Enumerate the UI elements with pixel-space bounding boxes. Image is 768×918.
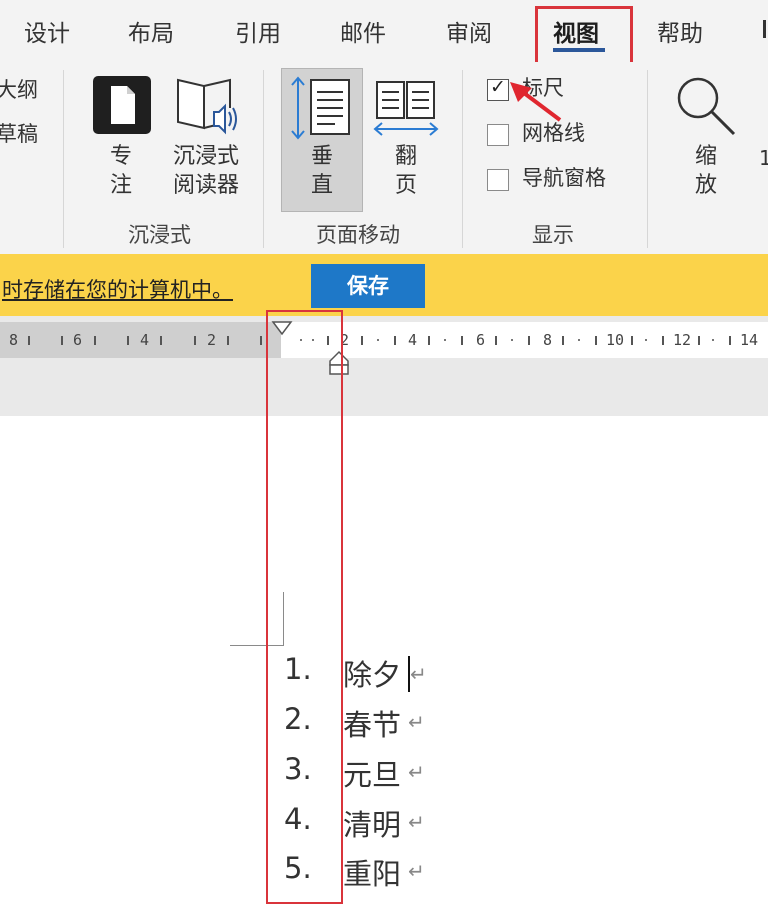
ruler-tick xyxy=(528,336,530,345)
ruler-tick xyxy=(127,336,129,345)
ruler-tick xyxy=(28,336,30,345)
immersive-reader-button[interactable]: 沉浸式 阅读器 xyxy=(166,142,246,200)
ruler-label: 6 xyxy=(476,331,486,349)
ruler-tick xyxy=(227,336,229,345)
ruler-tick xyxy=(94,336,96,345)
ruler-tick xyxy=(662,336,664,345)
ruler-dot xyxy=(444,339,446,341)
ruler-tick xyxy=(698,336,700,345)
tab-overflow-fragment xyxy=(763,20,766,38)
list-item[interactable]: 春节 xyxy=(343,702,401,744)
next-group-fragment: 1 xyxy=(759,146,768,170)
checkmark-icon: ✓ xyxy=(490,76,506,98)
red-arrow-annotation xyxy=(506,80,566,130)
save-button[interactable]: 保存 xyxy=(311,264,425,308)
reader-label-2: 阅读器 xyxy=(172,173,239,198)
tab-mailings[interactable]: 邮件 xyxy=(340,14,386,48)
ruler-tick xyxy=(631,336,633,345)
ruler-tick xyxy=(61,336,63,345)
list-item[interactable]: 除夕 xyxy=(343,652,401,694)
group-label-page-movement: 页面移动 xyxy=(316,223,400,247)
group-separator xyxy=(462,70,463,248)
ruler-label: 2 xyxy=(207,331,217,349)
group-separator xyxy=(647,70,648,248)
ruler-dot xyxy=(511,339,513,341)
group-separator xyxy=(63,70,64,248)
flip-label-2: 页 xyxy=(394,173,417,198)
ruler-label: 12 xyxy=(673,331,692,349)
ruler-dot xyxy=(645,339,647,341)
vertical-label-1: 垂 xyxy=(310,144,333,169)
flip-label-1: 翻 xyxy=(394,144,417,169)
ruler-label: 8 xyxy=(9,331,19,349)
list-item[interactable]: 元旦 xyxy=(343,752,401,794)
ruler-tick xyxy=(595,336,597,345)
ruler-tick xyxy=(729,336,731,345)
reader-label-1: 沉浸式 xyxy=(172,144,239,169)
ruler-tick xyxy=(160,336,162,345)
ruler-tick xyxy=(562,336,564,345)
paragraph-mark: ↵ xyxy=(408,760,425,784)
vertical-label: 垂 直 xyxy=(307,142,337,200)
navigation-pane-checkbox[interactable] xyxy=(487,169,509,191)
tab-review[interactable]: 审阅 xyxy=(446,14,492,48)
ruler-dot xyxy=(578,339,580,341)
focus-icon xyxy=(91,74,153,140)
ribbon-panel: 大纲 草稿 专 注 沉浸式 阅读器 沉浸式 垂 直 翻 页 页面移动 ✓ 标尺 … xyxy=(0,62,768,254)
ruler-label: 6 xyxy=(73,331,83,349)
focus-label-2: 注 xyxy=(109,173,132,198)
ruler-tick xyxy=(394,336,396,345)
zoom-label-2: 放 xyxy=(694,173,717,198)
ribbon-tab-bar: 设计 布局 引用 邮件 审阅 视图 帮助 xyxy=(0,0,768,66)
tab-help[interactable]: 帮助 xyxy=(657,14,703,48)
navigation-pane-checkbox-label[interactable]: 导航窗格 xyxy=(522,164,606,193)
side-to-side-button[interactable]: 翻 页 xyxy=(391,142,421,200)
ruler-label: 8 xyxy=(543,331,553,349)
ruler-dot xyxy=(377,339,379,341)
outline-view-button[interactable]: 大纲 xyxy=(0,76,38,105)
draft-view-button[interactable]: 草稿 xyxy=(0,120,38,149)
immersive-reader-icon xyxy=(172,72,240,142)
ruler-label: 4 xyxy=(408,331,418,349)
paragraph-mark: ↵ xyxy=(408,859,425,883)
zoom-button[interactable]: 缩 放 xyxy=(691,142,721,200)
paragraph-mark: ↵ xyxy=(408,810,425,834)
message-bar: 时存储在您的计算机中。 保存 xyxy=(0,254,768,316)
ruler-tick xyxy=(495,336,497,345)
ruler-tick xyxy=(361,336,363,345)
paragraph-mark: ↵ xyxy=(410,662,427,686)
message-bar-text[interactable]: 时存储在您的计算机中。 xyxy=(2,274,233,304)
group-separator xyxy=(263,70,264,248)
ruler-tick xyxy=(461,336,463,345)
ruler-tick xyxy=(428,336,430,345)
tab-layout[interactable]: 布局 xyxy=(128,14,174,48)
ruler-tick xyxy=(260,336,262,345)
tab-references[interactable]: 引用 xyxy=(235,14,281,48)
tab-design[interactable]: 设计 xyxy=(24,14,70,48)
paragraph-mark: ↵ xyxy=(408,710,425,734)
ruler-dot xyxy=(712,339,714,341)
ruler-label: 14 xyxy=(740,331,759,349)
indent-highlight-box xyxy=(266,310,343,904)
list-item[interactable]: 清明 xyxy=(343,802,401,844)
ruler-label: 4 xyxy=(140,331,150,349)
focus-label-1: 专 xyxy=(109,144,132,169)
vertical-label-2: 直 xyxy=(310,173,333,198)
ruler-label: 10 xyxy=(606,331,625,349)
list-item[interactable]: 重阳 xyxy=(343,851,401,893)
group-label-show: 显示 xyxy=(532,223,574,247)
zoom-label-1: 缩 xyxy=(694,144,717,169)
ruler-tick xyxy=(194,336,196,345)
zoom-icon xyxy=(674,74,740,144)
view-tab-highlight-box xyxy=(535,6,633,66)
group-label-immersive: 沉浸式 xyxy=(128,223,191,247)
vertical-scroll-icon xyxy=(287,74,357,148)
side-to-side-icon xyxy=(371,78,441,144)
focus-button[interactable]: 专 注 xyxy=(106,142,136,200)
horizontal-ruler[interactable]: 8 6 4 2 2 4 6 8 10 12 14 xyxy=(0,322,768,358)
